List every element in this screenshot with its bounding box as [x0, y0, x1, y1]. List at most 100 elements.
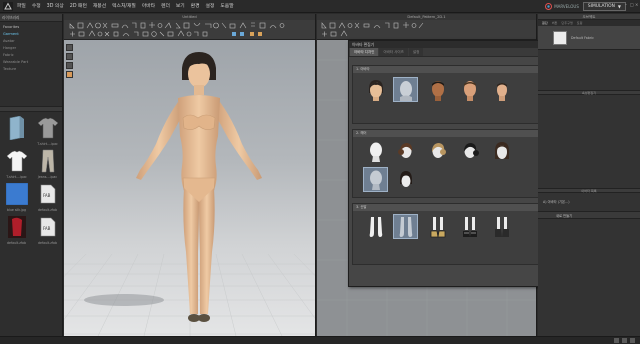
avatar-list-item[interactable]: A) 아바타 (기본...): [538, 197, 640, 205]
brand-area: MARVELOUS SIMULATION ▼: [545, 2, 626, 11]
library-grid: T-shirt....ipac T-shirt....ipac Jeans...…: [0, 112, 62, 249]
avatar-face-5-icon[interactable]: [489, 77, 514, 102]
toolbar-3d: [64, 20, 315, 40]
blue-fabric-icon: [5, 182, 29, 206]
section-header[interactable]: 1. 아바타 ⌃: [353, 66, 547, 73]
maximize-icon[interactable]: □: [630, 2, 634, 10]
side-tool-avatar-button[interactable]: [66, 71, 73, 78]
fabric-file-icon: FAB: [36, 215, 60, 239]
library-thumb[interactable]: FAB default.zfab: [33, 182, 62, 212]
shoes-sandal-2-icon[interactable]: [457, 214, 482, 239]
library-thumb[interactable]: default.zfab: [2, 215, 31, 245]
feet-bare-icon[interactable]: [363, 214, 388, 239]
side-tool-button[interactable]: [66, 44, 73, 51]
window-controls: – □ ×: [624, 2, 639, 10]
tree-item-fabric[interactable]: Fabric: [3, 52, 59, 59]
avatar-face-4-icon[interactable]: [457, 77, 482, 102]
menu-edit[interactable]: 수정: [32, 3, 41, 10]
side-tool-button[interactable]: [66, 53, 73, 60]
tab-avatar-design[interactable]: 아바타 디자인: [350, 48, 379, 56]
avatar-face-2-icon[interactable]: [393, 77, 418, 102]
tree-item-hanger[interactable]: Hanger: [3, 45, 59, 52]
hair-bald-icon[interactable]: [363, 139, 388, 164]
jeans-icon: [36, 149, 60, 173]
menu-help[interactable]: 도움말: [220, 3, 233, 10]
viewport-3d[interactable]: Untitled: [64, 14, 316, 336]
tab-avatar-size[interactable]: 아바타 사이즈: [379, 48, 408, 56]
property-editor-title: 속성편집기: [581, 91, 597, 95]
tree-item-texture[interactable]: Texture: [3, 66, 59, 73]
library-thumb[interactable]: Jeans....ipac: [33, 149, 62, 179]
status-icon[interactable]: [630, 338, 635, 343]
hair-bun-icon[interactable]: [393, 139, 418, 164]
menu-2d-pattern[interactable]: 2D 패턴: [70, 3, 87, 10]
app-logo-icon[interactable]: [3, 2, 13, 11]
menu-view[interactable]: 보기: [176, 3, 185, 10]
toolbar-2d-icons[interactable]: [317, 20, 537, 40]
toolbar-3d-icons[interactable]: [64, 20, 316, 40]
hair-dark-bob-icon[interactable]: [393, 167, 418, 192]
menu-environment[interactable]: 환경: [191, 3, 200, 10]
side-tool-button[interactable]: [66, 62, 73, 69]
avatar-list-item-label: A) 아바타 (기본...): [543, 199, 570, 204]
menu-sewing[interactable]: 재봉선: [93, 3, 106, 10]
library-thumb[interactable]: blue silk.jpg: [2, 182, 31, 212]
tree-item-avatar[interactable]: Avatar: [3, 38, 59, 45]
menu-items: 파일 수정 3D 의상 2D 패턴 재봉선 텍스처/재질 아바타 렌더 보기 환…: [17, 3, 240, 10]
fabric-swatch: [553, 30, 567, 45]
tshirt-white-icon: [5, 149, 29, 173]
tab-button[interactable]: 버튼: [552, 20, 558, 26]
menu-material[interactable]: 텍스처/재질: [112, 3, 136, 10]
avatar-model[interactable]: [110, 52, 300, 336]
hair-bald-selected-icon[interactable]: [363, 167, 388, 192]
library-thumb[interactable]: T-shirt....ipac: [2, 149, 31, 179]
menu-avatar[interactable]: 아바타: [142, 3, 155, 10]
tab-settings[interactable]: 설정: [408, 48, 424, 56]
dialog-title: 아바타 편집기: [352, 42, 375, 47]
tab-buttonhole[interactable]: 단추구멍: [561, 20, 572, 26]
dialog-titlebar[interactable]: 아바타 편집기 ×: [349, 41, 550, 48]
avatar-editor-dialog: 아바타 편집기 × 아바타 디자인 아바타 사이즈 설정 1. 아바타 ⌃: [348, 40, 551, 287]
fabric-list-item[interactable]: Default Fabric: [538, 26, 640, 50]
thumb-label: default.zfab: [37, 208, 57, 212]
hair-blonde-updo-icon[interactable]: [425, 139, 450, 164]
close-icon[interactable]: ×: [635, 2, 639, 10]
library-tab[interactable]: 라이브러리: [2, 15, 19, 20]
status-icon[interactable]: [614, 338, 619, 343]
hair-dark-long-icon[interactable]: [489, 139, 514, 164]
library-thumb[interactable]: FAB default.zfab: [33, 215, 62, 245]
avatar-face-1-icon[interactable]: [363, 77, 388, 102]
thumb-label: T-shirt....ipac: [37, 142, 58, 146]
thumb-label: default.zfab: [6, 241, 26, 245]
menu-render[interactable]: 렌더: [161, 3, 170, 10]
shoes-sandal-1-icon[interactable]: [425, 214, 450, 239]
avatar-face-3-icon[interactable]: [425, 77, 450, 102]
tree-item-favorites[interactable]: Favorites: [3, 24, 59, 31]
add-new-button[interactable]: 새로 만들기: [538, 211, 640, 219]
hair-black-updo-icon[interactable]: [457, 139, 482, 164]
thumb-label: Jeans....ipac: [37, 175, 58, 179]
library-tabbar: 라이브러리: [0, 14, 62, 22]
feet-bare-selected-icon[interactable]: [393, 214, 418, 239]
menu-bar: 파일 수정 3D 의상 2D 패턴 재봉선 텍스처/재질 아바타 렌더 보기 환…: [0, 0, 640, 13]
status-icon[interactable]: [622, 338, 627, 343]
menu-file[interactable]: 파일: [17, 3, 26, 10]
property-editor-area: [538, 95, 640, 188]
section-header[interactable]: 3. 신발 ⌃: [353, 204, 547, 211]
status-bar: [0, 336, 640, 344]
menu-3d-garment[interactable]: 3D 의상: [47, 3, 64, 10]
section-header[interactable]: 2. 헤어 ⌃: [353, 130, 547, 137]
tab-topstitch[interactable]: 토핑: [577, 20, 583, 26]
tree-item-garment[interactable]: Garment: [3, 31, 59, 38]
library-thumb[interactable]: [2, 116, 31, 146]
shoes-sneaker-icon[interactable]: [489, 214, 514, 239]
dialog-tabs: 아바타 디자인 아바타 사이즈 설정: [349, 48, 550, 57]
thumb-label: blue silk.jpg: [6, 208, 27, 212]
minimize-icon[interactable]: –: [625, 2, 629, 10]
library-thumb[interactable]: T-shirt....ipac: [33, 116, 62, 146]
simulation-button[interactable]: SIMULATION ▼: [582, 2, 626, 11]
object-browser-header: 오브젝트: [538, 14, 640, 20]
tab-fabric[interactable]: 원단: [542, 20, 548, 26]
menu-settings[interactable]: 설정: [206, 3, 215, 10]
tree-item-wearable-part[interactable]: Wearable Part: [3, 59, 59, 66]
